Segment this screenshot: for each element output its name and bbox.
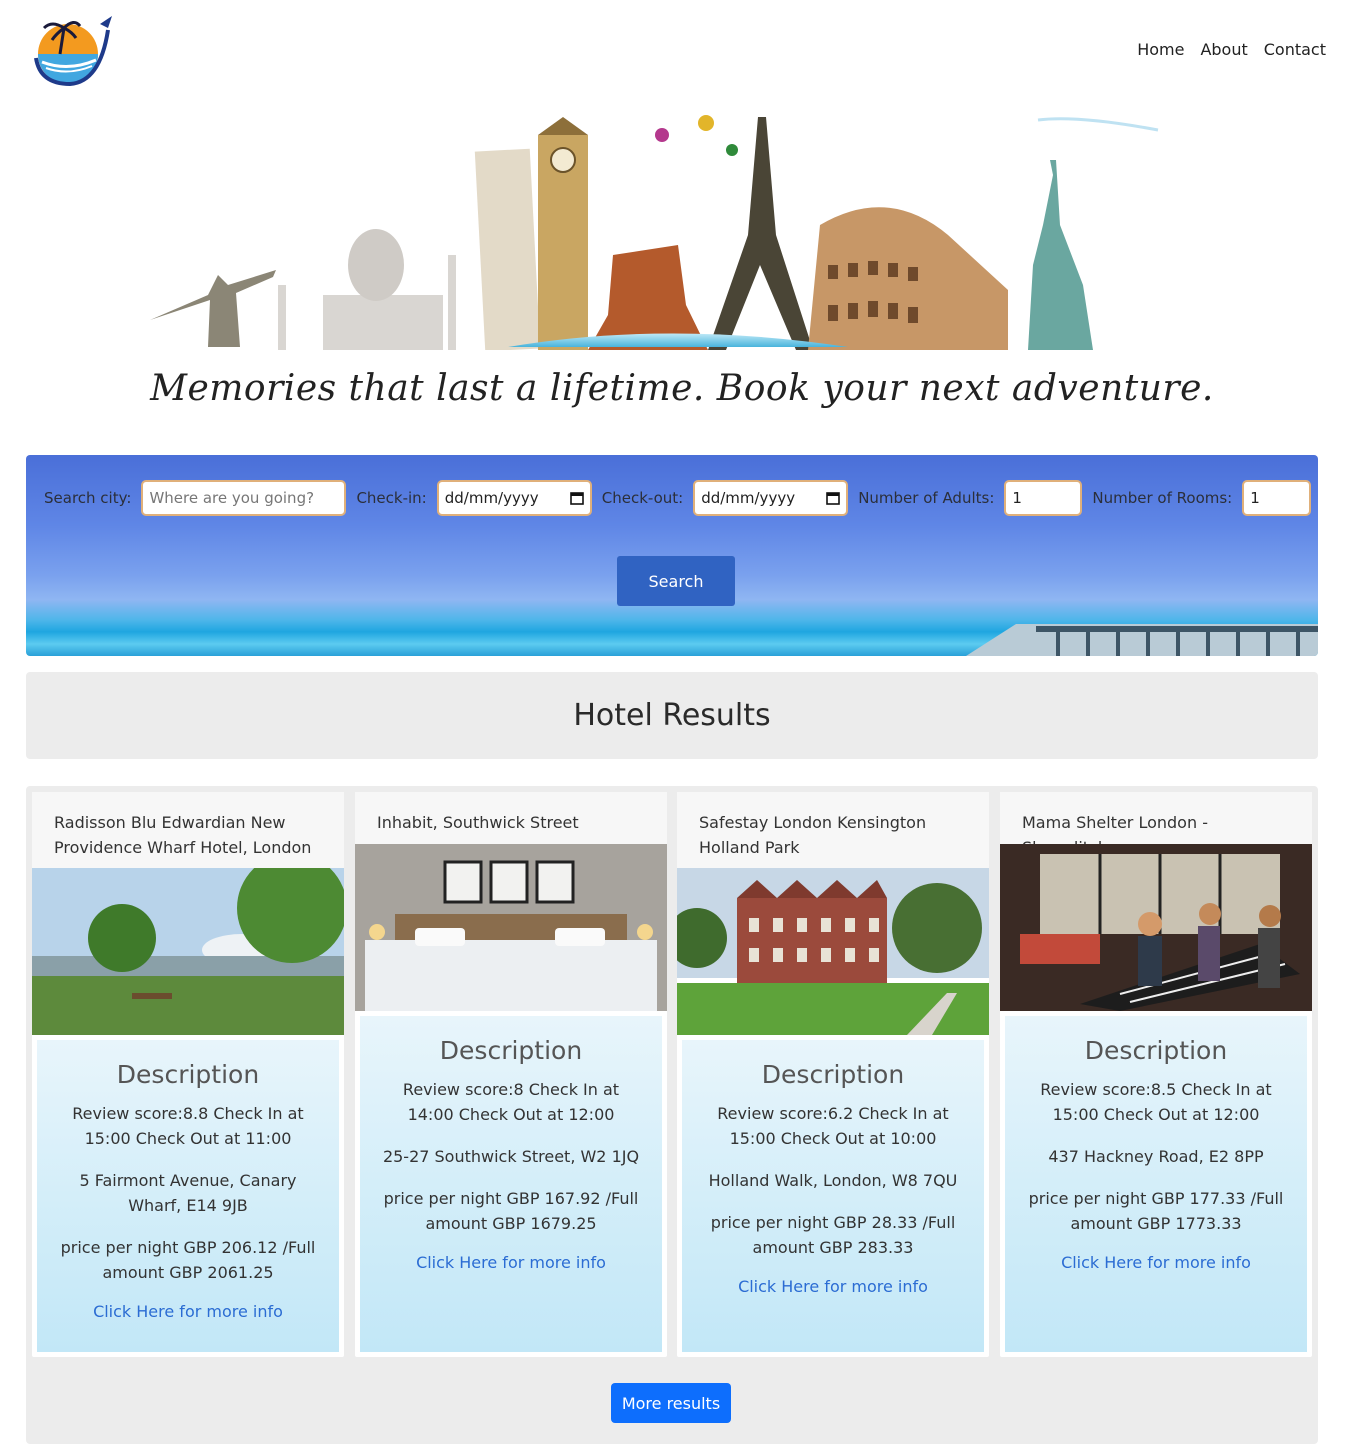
more-info-link[interactable]: Click Here for more info [738, 1277, 928, 1296]
checkin-label: Check-in: [356, 489, 427, 507]
nav-contact[interactable]: Contact [1264, 40, 1326, 59]
hotel-details: Review score:6.2 Check In at 15:00 Check… [717, 1104, 949, 1148]
results-grid: Radisson Blu Edwardian New Providence Wh… [26, 786, 1318, 1444]
hotel-photo[interactable] [32, 868, 344, 1035]
checkin-value: dd/mm/yyyy [444, 489, 539, 507]
calendar-icon[interactable] [569, 491, 584, 505]
hotel-price: price per night GBP 167.92 /Full amount … [383, 1189, 639, 1233]
rooms-value: 1 [1250, 489, 1260, 507]
description-heading: Description [439, 1036, 583, 1065]
hotel-details: Review score:8 Check In at 14:00 Check O… [402, 1080, 620, 1124]
pier-decoration [966, 624, 1318, 656]
hotel-card: Inhabit, Southwick Street Description Re… [355, 792, 667, 1357]
city-label: Search city: [44, 489, 132, 507]
hero-landmarks-image [150, 115, 1159, 350]
hotel-details: Review score:8.8 Check In at 15:00 Check… [72, 1104, 304, 1148]
hotel-address: 25-27 Southwick Street, W2 1JQ [382, 1147, 640, 1166]
more-info-link[interactable]: Click Here for more info [416, 1253, 606, 1272]
city-input[interactable]: Where are you going? [141, 480, 347, 516]
hotel-photo[interactable] [677, 868, 989, 1035]
hotel-name: Mama Shelter London - Shoreditch [1000, 792, 1312, 857]
more-info-link[interactable]: Click Here for more info [93, 1302, 283, 1321]
search-panel: Search city: Where are you going? Check-… [26, 455, 1318, 656]
description-heading: Description [761, 1060, 905, 1089]
hotel-details: Review score:8.5 Check In at 15:00 Check… [1040, 1080, 1272, 1124]
hotel-card: Safestay London Kensington Holland Park … [677, 792, 989, 1357]
rooms-label: Number of Rooms: [1092, 489, 1233, 507]
nav-about[interactable]: About [1200, 40, 1247, 59]
description-heading: Description [116, 1060, 260, 1089]
hotel-description: Description Review score:8.5 Check In at… [1005, 1016, 1307, 1352]
hotel-address: 5 Fairmont Avenue, Canary Wharf, E14 9JB [79, 1171, 297, 1215]
adults-input[interactable]: 1 [1004, 480, 1083, 516]
hotel-price: price per night GBP 28.33 /Full amount G… [710, 1213, 956, 1257]
hotel-name: Inhabit, Southwick Street [355, 792, 667, 844]
hero-tagline: Memories that last a lifetime. Book your… [150, 368, 1214, 409]
more-results-button[interactable]: More results [611, 1383, 731, 1423]
nav-home[interactable]: Home [1137, 40, 1184, 59]
city-placeholder: Where are you going? [149, 489, 315, 507]
description-heading: Description [1084, 1036, 1228, 1065]
hotel-price: price per night GBP 206.12 /Full amount … [60, 1238, 316, 1282]
hotel-photo[interactable] [355, 844, 667, 1011]
hotel-description: Description Review score:8 Check In at 1… [360, 1016, 662, 1352]
hotel-card: Radisson Blu Edwardian New Providence Wh… [32, 792, 344, 1357]
travel-logo[interactable] [30, 10, 114, 90]
calendar-icon[interactable] [826, 491, 840, 505]
hotel-description: Description Review score:8.8 Check In at… [37, 1040, 339, 1352]
search-form: Search city: Where are you going? Check-… [44, 480, 1312, 516]
adults-label: Number of Adults: [858, 489, 995, 507]
site-header: Home About Contact [0, 0, 1364, 110]
results-title: Hotel Results [573, 698, 771, 733]
hotel-name: Safestay London Kensington Holland Park [677, 792, 989, 868]
hotel-photo[interactable] [1000, 844, 1312, 1011]
search-button[interactable]: Search [617, 556, 735, 606]
hotel-address: Holland Walk, London, W8 7QU [708, 1171, 958, 1190]
more-info-link[interactable]: Click Here for more info [1061, 1253, 1251, 1272]
checkout-label: Check-out: [601, 489, 684, 507]
hotel-price: price per night GBP 177.33 /Full amount … [1028, 1189, 1284, 1233]
hotel-name: Radisson Blu Edwardian New Providence Wh… [32, 792, 344, 868]
hotel-card: Mama Shelter London - Shoreditch Descrip… [1000, 792, 1312, 1357]
rooms-input[interactable]: 1 [1242, 480, 1312, 516]
checkout-date-input[interactable]: dd/mm/yyyy [693, 480, 849, 516]
checkin-date-input[interactable]: dd/mm/yyyy [436, 480, 592, 516]
adults-value: 1 [1012, 489, 1022, 507]
hotel-description: Description Review score:6.2 Check In at… [682, 1040, 984, 1352]
hotel-address: 437 Hackney Road, E2 8PP [1048, 1147, 1264, 1166]
checkout-value: dd/mm/yyyy [701, 489, 796, 507]
main-nav: Home About Contact [1137, 40, 1326, 59]
results-header: Hotel Results [26, 672, 1318, 759]
